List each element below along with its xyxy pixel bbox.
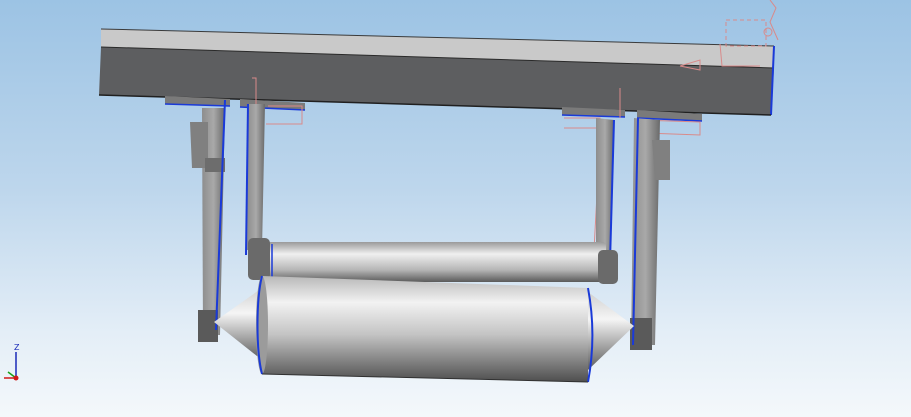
sketch-rect [725,19,767,47]
shaft-body [262,242,606,282]
left-inner-hanger[interactable] [245,103,265,256]
roller-cone-right [588,292,634,370]
right-outer-hanger[interactable] [630,117,670,350]
hanger-clamp [652,140,670,180]
upper-shaft[interactable] [248,238,618,284]
sketch-line [564,117,601,129]
triad-origin [13,375,19,381]
left-outer-hanger[interactable] [190,99,226,342]
model-canvas[interactable]: Z [0,0,911,417]
hanger-foot [198,310,218,342]
axis-triad: Z [4,343,20,381]
sketch-circle [763,27,773,37]
main-roller[interactable] [214,275,634,383]
roller-drum [262,276,588,382]
right-inner-hanger[interactable] [596,118,615,263]
roller-cone-left [214,288,262,360]
shaft-end-cap-left [248,238,270,280]
cad-3d-viewport[interactable]: Z [0,0,911,417]
z-axis-label: Z [14,343,20,352]
shaft-end-cap-right [598,250,618,284]
hanger-arm [247,104,265,250]
